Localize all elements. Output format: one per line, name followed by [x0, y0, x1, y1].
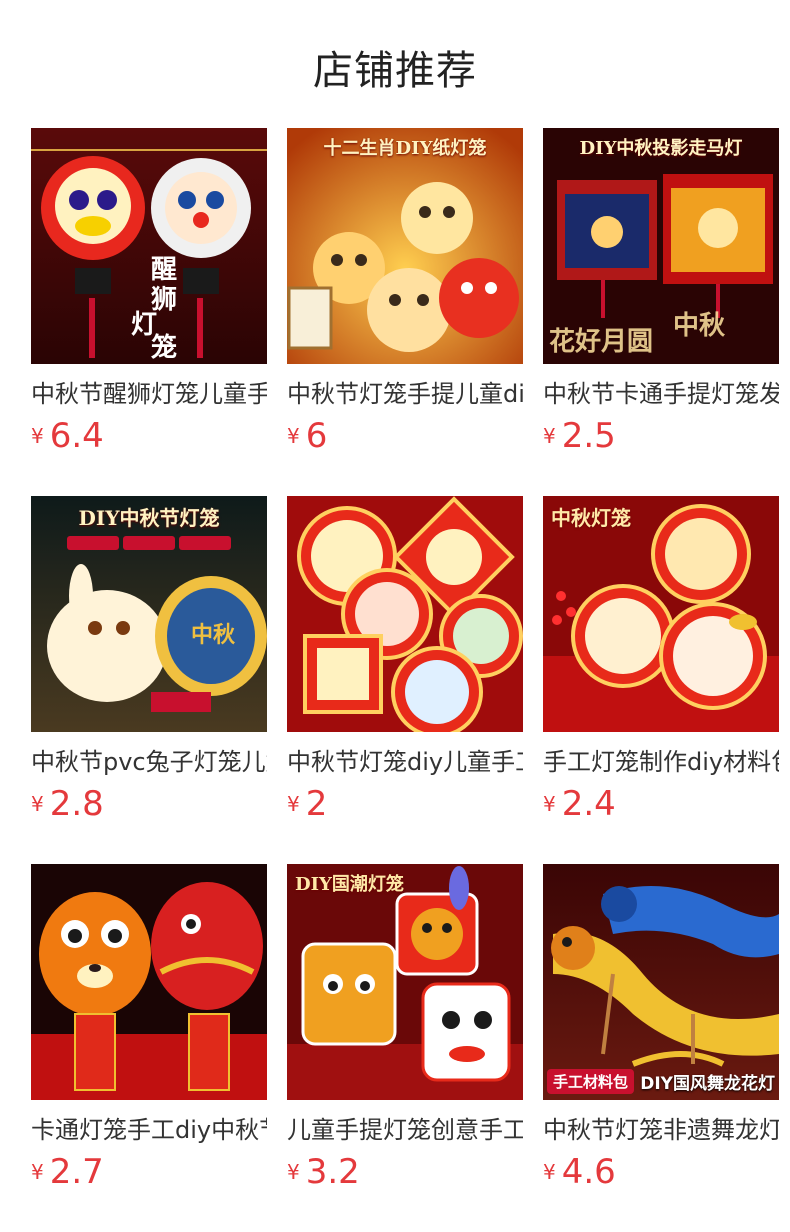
- product-price: ¥2.7: [31, 1152, 267, 1198]
- svg-text:中秋: 中秋: [191, 622, 236, 648]
- product-card[interactable]: 十二生肖DIY纸灯笼 中秋节灯笼手提儿童diy ¥6: [287, 128, 523, 462]
- product-price: ¥6: [287, 416, 523, 462]
- product-name[interactable]: 手工灯笼制作diy材料包: [543, 746, 779, 778]
- product-card[interactable]: 中秋 DIY中秋节灯笼 中秋节pvc兔子灯笼儿童 ¥2.8: [31, 496, 267, 830]
- price-amount: 3.2: [305, 1152, 360, 1192]
- product-card[interactable]: 中秋节灯笼diy儿童手工 ¥2: [287, 496, 523, 830]
- product-name[interactable]: 中秋节醒狮灯笼儿童手提: [31, 378, 267, 410]
- currency-symbol: ¥: [287, 792, 300, 816]
- product-name[interactable]: 中秋节灯笼非遗舞龙灯: [543, 1114, 779, 1146]
- product-price: ¥2.4: [543, 784, 779, 830]
- price-amount: 2.7: [49, 1152, 104, 1192]
- image-caption: DIY国潮灯笼: [295, 874, 404, 895]
- product-image[interactable]: DIY国潮灯笼: [287, 864, 523, 1100]
- material-pack-badge: 手工材料包: [547, 1069, 635, 1094]
- product-name[interactable]: 儿童手提灯笼创意手工: [287, 1114, 523, 1146]
- currency-symbol: ¥: [543, 792, 556, 816]
- product-price: ¥2: [287, 784, 523, 830]
- price-amount: 6: [305, 416, 328, 456]
- currency-symbol: ¥: [31, 1160, 44, 1184]
- price-amount: 6.4: [49, 416, 104, 456]
- product-card[interactable]: 花好月圆 中秋 DIY中秋投影走马灯 中秋节卡通手提灯笼发光 ¥2.5: [543, 128, 779, 462]
- svg-text:笼: 笼: [151, 332, 177, 363]
- product-image[interactable]: 中秋 DIY中秋节灯笼: [31, 496, 267, 732]
- product-card[interactable]: DIY国潮灯笼 儿童手提灯笼创意手工 ¥3.2: [287, 864, 523, 1198]
- product-price: ¥3.2: [287, 1152, 523, 1198]
- product-name[interactable]: 中秋节灯笼手提儿童diy: [287, 378, 523, 410]
- section-title: 店铺推荐: [313, 48, 477, 94]
- product-image[interactable]: [287, 496, 523, 732]
- currency-symbol: ¥: [287, 1160, 300, 1184]
- product-card[interactable]: 卡通灯笼手工diy中秋节 ¥2.7: [31, 864, 267, 1198]
- product-price: ¥6.4: [31, 416, 267, 462]
- product-image[interactable]: 中秋灯笼: [543, 496, 779, 732]
- price-amount: 4.6: [561, 1152, 616, 1192]
- product-price: ¥2.5: [543, 416, 779, 462]
- image-caption: DIY中秋投影走马灯: [579, 138, 743, 159]
- svg-text:花好月圆: 花好月圆: [549, 327, 653, 357]
- price-amount: 2.4: [561, 784, 616, 824]
- product-image[interactable]: 十二生肖DIY纸灯笼: [287, 128, 523, 364]
- image-caption: DIY国风舞龙花灯: [640, 1074, 775, 1094]
- product-card[interactable]: 中秋灯笼 手工灯笼制作diy材料包 ¥2.4: [543, 496, 779, 830]
- product-name[interactable]: 中秋节pvc兔子灯笼儿童: [31, 746, 267, 778]
- image-caption: 中秋灯笼: [551, 506, 631, 530]
- product-image[interactable]: 手工材料包 DIY国风舞龙花灯: [543, 864, 779, 1100]
- product-image[interactable]: [31, 864, 267, 1100]
- currency-symbol: ¥: [31, 792, 44, 816]
- product-price: ¥2.8: [31, 784, 267, 830]
- price-amount: 2: [305, 784, 328, 824]
- price-amount: 2.8: [49, 784, 104, 824]
- product-image[interactable]: 醒 狮 灯 笼: [31, 128, 267, 364]
- currency-symbol: ¥: [543, 424, 556, 448]
- image-caption: DIY中秋节灯笼: [78, 506, 220, 530]
- svg-text:中秋: 中秋: [673, 311, 726, 341]
- product-name[interactable]: 中秋节灯笼diy儿童手工: [287, 746, 523, 778]
- product-image[interactable]: 花好月圆 中秋 DIY中秋投影走马灯: [543, 128, 779, 364]
- currency-symbol: ¥: [543, 1160, 556, 1184]
- price-amount: 2.5: [561, 416, 616, 456]
- svg-text:醒: 醒: [151, 255, 177, 285]
- product-card[interactable]: 醒 狮 灯 笼 中秋节醒狮灯笼儿童手提 ¥6.4: [31, 128, 267, 462]
- image-caption: 十二生肖DIY纸灯笼: [323, 138, 487, 159]
- product-name[interactable]: 卡通灯笼手工diy中秋节: [31, 1114, 267, 1146]
- product-name[interactable]: 中秋节卡通手提灯笼发光: [543, 378, 779, 410]
- product-card[interactable]: 手工材料包 DIY国风舞龙花灯 中秋节灯笼非遗舞龙灯 ¥4.6: [543, 864, 779, 1198]
- currency-symbol: ¥: [287, 424, 300, 448]
- currency-symbol: ¥: [31, 424, 44, 448]
- product-price: ¥4.6: [543, 1152, 779, 1198]
